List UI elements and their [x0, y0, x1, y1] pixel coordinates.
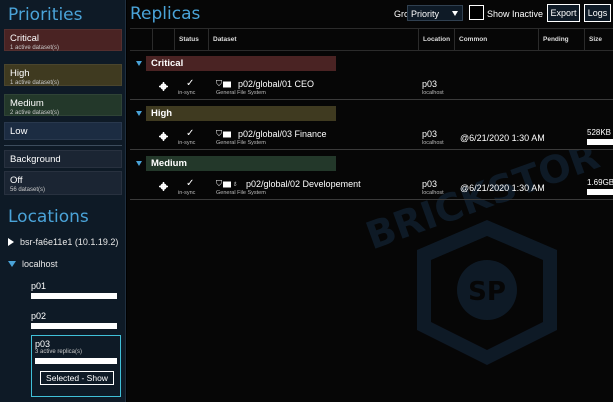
priority-count: 2 active dataset(s) [10, 110, 60, 116]
pool-name: p01 [31, 281, 47, 291]
gear-icon[interactable] [159, 132, 168, 141]
column-location[interactable]: Location [418, 29, 454, 50]
row-location: p03 [422, 79, 438, 89]
pool-usage-bar [35, 358, 117, 364]
priority-count: 1 active dataset(s) [10, 45, 60, 51]
table-row[interactable]: ✓ in-sync ⛉▆ p02/global/01 CEO General F… [130, 76, 613, 100]
column-dataset[interactable]: Dataset [208, 29, 418, 50]
selected-show-button[interactable]: Selected - Show [40, 371, 114, 385]
group-by-value: Priority [411, 9, 440, 19]
gear-icon[interactable] [159, 82, 168, 91]
location-label: bsr-fa6e11e1 (10.1.19.2) [20, 237, 119, 247]
priorities-title: Priorities [8, 5, 83, 25]
status-text: in-sync [178, 190, 196, 196]
export-button[interactable]: Export [547, 4, 580, 22]
group-name: Critical [146, 56, 336, 71]
column-status[interactable]: Status [174, 29, 208, 50]
group-high[interactable]: High [130, 106, 613, 121]
table-header: Status Dataset Location Common Pending S… [130, 28, 613, 51]
row-size: 528KB [587, 128, 612, 137]
group-medium[interactable]: Medium [130, 156, 613, 171]
check-icon: ✓ [186, 178, 195, 189]
row-size: 1.69GB [587, 178, 613, 187]
row-location-host: localhost [422, 90, 444, 96]
pool-usage-bar [31, 293, 117, 299]
chevron-down-icon [136, 161, 142, 166]
size-bar [587, 189, 613, 195]
header-cell-expander [130, 29, 152, 50]
dataset-type: General File System [216, 140, 266, 146]
priority-name: Critical [10, 33, 40, 44]
dataset-type: General File System [216, 90, 266, 96]
sidebar: Priorities Critical 1 active dataset(s) … [0, 0, 126, 402]
row-location-host: localhost [422, 140, 444, 146]
priority-name: Background [10, 154, 61, 165]
pool-replica-count: 3 active replica(s) [35, 349, 83, 355]
size-bar [587, 139, 613, 145]
chevron-down-icon [136, 61, 142, 66]
divider [4, 145, 122, 146]
pool-p01[interactable]: p01 [31, 281, 121, 299]
column-pending[interactable]: Pending [538, 29, 584, 50]
location-bsr[interactable]: bsr-fa6e11e1 (10.1.19.2) [8, 237, 118, 247]
dataset-name: p02/global/01 CEO [238, 79, 315, 89]
priority-name: High [10, 68, 30, 79]
show-inactive-checkbox[interactable] [469, 5, 484, 20]
priority-low[interactable]: Low [4, 122, 122, 140]
svg-text:SP: SP [468, 277, 506, 307]
priority-name: Low [10, 126, 28, 137]
row-location: p03 [422, 129, 438, 139]
pool-p02[interactable]: p02 [31, 311, 121, 329]
header-cell-config [152, 29, 174, 50]
location-localhost[interactable]: localhost [8, 259, 58, 269]
location-label: localhost [22, 259, 58, 269]
replicas-panel: SP BRICKSTOR Replicas Group by: Priority… [127, 0, 613, 402]
dataset-name: p02/global/03 Finance [238, 129, 327, 139]
dataset-type: General File System [216, 190, 266, 196]
table-row[interactable]: ✓ in-sync ⛉▆♁ p02/global/02 Developement… [130, 176, 613, 200]
group-name: Medium [146, 156, 336, 171]
priority-off[interactable]: Off 56 dataset(s) [4, 171, 122, 195]
dataset-type-icons: ⛉▆ [216, 129, 232, 138]
chevron-right-icon [8, 238, 14, 246]
group-by-select[interactable]: Priority [407, 5, 463, 21]
priority-name: Medium [10, 98, 44, 109]
status-text: in-sync [178, 140, 196, 146]
group-critical[interactable]: Critical [130, 56, 613, 71]
dataset-name: p02/global/02 Developement [246, 179, 361, 189]
column-size[interactable]: Size [584, 29, 613, 50]
chevron-down-icon [136, 111, 142, 116]
logs-button[interactable]: Logs [584, 4, 611, 22]
caret-down-icon [452, 11, 458, 16]
priority-medium[interactable]: Medium 2 active dataset(s) [4, 94, 122, 116]
status-text: in-sync [178, 90, 196, 96]
group-name: High [146, 106, 336, 121]
pool-name: p03 [35, 339, 51, 349]
show-inactive-label: Show Inactive [487, 9, 544, 19]
dataset-type-icons: ⛉▆ [216, 79, 232, 88]
priority-count: 1 active dataset(s) [10, 80, 60, 86]
gear-icon[interactable] [159, 182, 168, 191]
chevron-down-icon [8, 261, 16, 267]
pool-p03[interactable]: p03 3 active replica(s) Selected - Show [31, 335, 121, 397]
row-location-host: localhost [422, 190, 444, 196]
locations-title: Locations [8, 207, 89, 227]
priority-background[interactable]: Background [4, 150, 122, 168]
row-location: p03 [422, 179, 438, 189]
pool-usage-bar [31, 323, 117, 329]
dataset-type-icons: ⛉▆♁ [216, 179, 239, 188]
priority-count: 56 dataset(s) [10, 187, 46, 193]
check-icon: ✓ [186, 78, 195, 89]
row-common: @6/21/2020 1:30 AM [460, 133, 545, 143]
check-icon: ✓ [186, 128, 195, 139]
table-row[interactable]: ✓ in-sync ⛉▆ p02/global/03 Finance Gener… [130, 126, 613, 150]
row-common: @6/21/2020 1:30 AM [460, 183, 545, 193]
priority-high[interactable]: High 1 active dataset(s) [4, 64, 122, 86]
pool-name: p02 [31, 311, 47, 321]
page-title: Replicas [130, 4, 201, 24]
column-common[interactable]: Common [454, 29, 538, 50]
priority-name: Off [10, 175, 23, 186]
priority-critical[interactable]: Critical 1 active dataset(s) [4, 29, 122, 51]
